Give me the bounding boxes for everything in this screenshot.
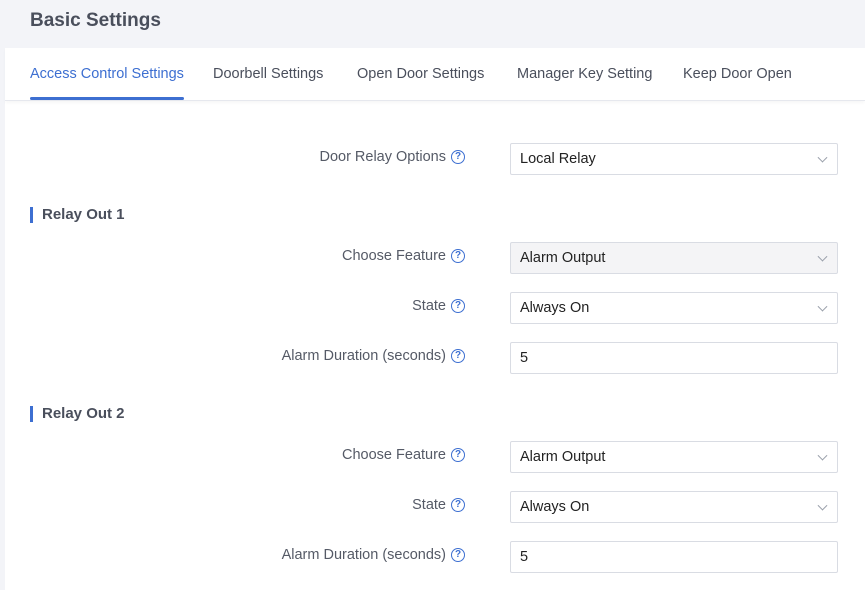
relay-1-state-select[interactable]: Always On (510, 292, 838, 324)
tab-doorbell-settings[interactable]: Doorbell Settings (213, 66, 323, 101)
help-icon[interactable]: ? (451, 299, 465, 313)
help-icon[interactable]: ? (451, 448, 465, 462)
relay-1-alarm-duration-input[interactable]: 5 (510, 342, 838, 374)
relay-2-choose-feature-select[interactable]: Alarm Output (510, 441, 838, 473)
door-relay-options-value: Local Relay (520, 151, 596, 167)
help-icon[interactable]: ? (451, 249, 465, 263)
page-title: Basic Settings (30, 10, 161, 31)
relay-1-alarm-duration-text: Alarm Duration (seconds) (281, 348, 446, 364)
help-icon[interactable]: ? (451, 498, 465, 512)
relay-2-alarm-duration-label: Alarm Duration (seconds) ? (282, 547, 465, 563)
relay-2-state-select[interactable]: Always On (510, 491, 838, 523)
chevron-down-icon (817, 450, 828, 461)
tab-open-door-settings[interactable]: Open Door Settings (357, 66, 484, 101)
relay-1-alarm-duration-label: Alarm Duration (seconds) ? (282, 348, 465, 364)
relay-1-choose-feature-text: Choose Feature (342, 248, 446, 264)
relay-out-1-title: Relay Out 1 (30, 207, 125, 223)
help-icon[interactable]: ? (451, 349, 465, 363)
relay-1-alarm-duration-value: 5 (520, 350, 529, 366)
relay-2-choose-feature-value: Alarm Output (520, 449, 606, 465)
chevron-down-icon (817, 152, 828, 163)
tab-bar: Access Control Settings Doorbell Setting… (5, 48, 865, 101)
door-relay-options-text: Door Relay Options (319, 149, 446, 165)
chevron-down-icon (817, 500, 828, 511)
door-relay-options-label: Door Relay Options ? (319, 149, 465, 165)
relay-2-choose-feature-label: Choose Feature ? (342, 447, 465, 463)
relay-1-state-text: State (412, 298, 446, 314)
relay-1-state-value: Always On (520, 300, 590, 316)
chevron-down-icon (817, 301, 828, 312)
relay-out-2-title: Relay Out 2 (30, 406, 125, 422)
relay-1-choose-feature-select[interactable]: Alarm Output (510, 242, 838, 274)
relay-2-state-value: Always On (520, 499, 590, 515)
settings-panel: Access Control Settings Doorbell Setting… (5, 48, 865, 590)
tab-manager-key-setting[interactable]: Manager Key Setting (517, 66, 652, 101)
door-relay-options-select[interactable]: Local Relay (510, 143, 838, 175)
tab-keep-door-open[interactable]: Keep Door Open (683, 66, 792, 101)
help-icon[interactable]: ? (451, 548, 465, 562)
relay-1-choose-feature-label: Choose Feature ? (342, 248, 465, 264)
relay-2-alarm-duration-text: Alarm Duration (seconds) (281, 547, 446, 563)
relay-2-state-label: State ? (412, 497, 465, 513)
relay-2-alarm-duration-value: 5 (520, 549, 529, 565)
relay-2-alarm-duration-input[interactable]: 5 (510, 541, 838, 573)
relay-1-choose-feature-value: Alarm Output (520, 250, 606, 266)
chevron-down-icon (817, 251, 828, 262)
relay-2-choose-feature-text: Choose Feature (342, 447, 446, 463)
relay-2-state-text: State (412, 497, 446, 513)
tab-access-control-settings[interactable]: Access Control Settings (30, 66, 184, 101)
help-icon[interactable]: ? (451, 150, 465, 164)
relay-1-state-label: State ? (412, 298, 465, 314)
